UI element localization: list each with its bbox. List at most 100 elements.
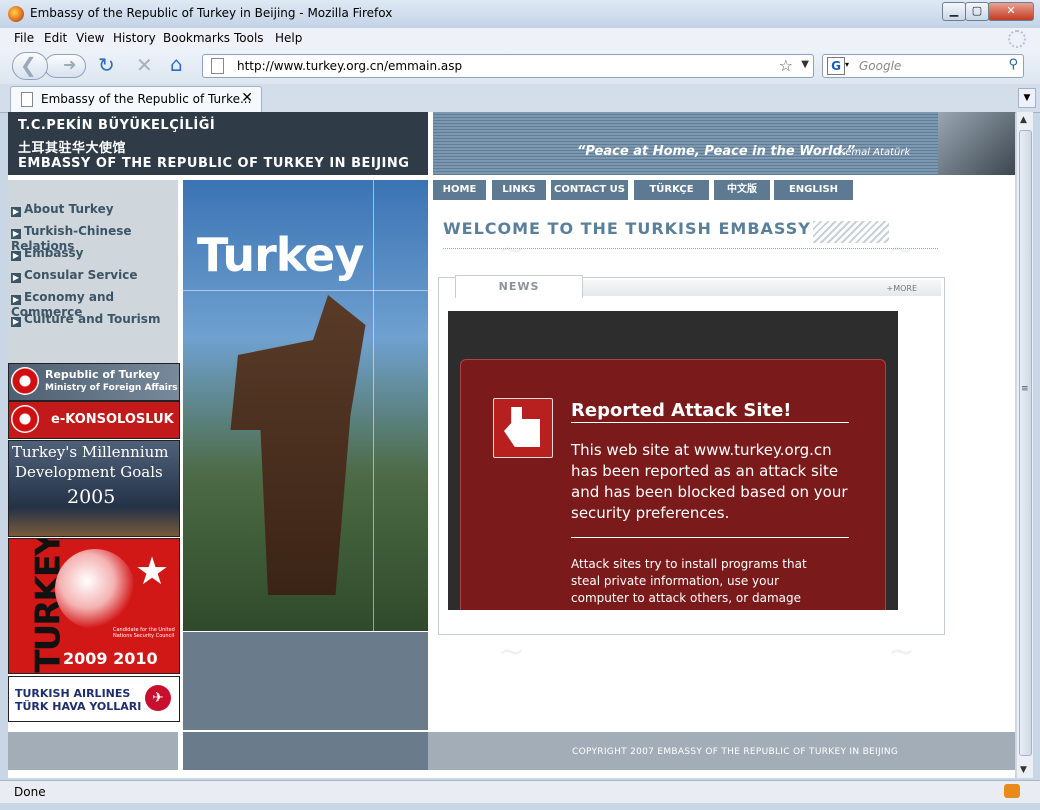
url-bar[interactable]: http://www.turkey.org.cn/emmain.asp ☆ ▼ <box>202 54 814 78</box>
tab-embassy[interactable]: Embassy of the Republic of Turke... ✕ <box>10 86 262 112</box>
sidebar-item-embassy[interactable]: ▶ Embassy <box>11 246 84 261</box>
welcome-heading: WELCOME TO THE TURKISH EMBASSY <box>443 219 811 238</box>
sidebar-item-about-turkey[interactable]: ▶ About Turkey <box>11 202 114 217</box>
nav-contact-us[interactable]: CONTACT US <box>551 180 628 200</box>
menu-bookmarks[interactable]: Bookmarks <box>163 31 230 45</box>
star-icon: ★ <box>135 549 170 593</box>
home-icon[interactable]: ⌂ <box>170 54 183 74</box>
attack-divider <box>571 422 849 423</box>
arrow-icon: ▶ <box>11 229 21 239</box>
menu-edit[interactable]: Edit <box>44 31 67 45</box>
bookmark-star-icon[interactable]: ☆ <box>779 56 793 75</box>
search-bar[interactable]: G ▾ Google ⚲ <box>822 54 1024 78</box>
header-line-turkish: T.C.PEKİN BÜYÜKELÇİLİĞİ <box>18 118 216 133</box>
window-title: Embassy of the Republic of Turkey in Bei… <box>30 6 393 20</box>
nav-chinese[interactable]: 中文版 <box>714 180 770 200</box>
crescent-icon <box>55 549 135 629</box>
sidebar-item-consular-service[interactable]: ▶ Consular Service <box>11 268 137 283</box>
unsc-caption: Candidate for the United Nations Securit… <box>113 627 175 639</box>
quote-banner: “Peace at Home, Peace in the World.” Kem… <box>433 112 1015 175</box>
quote-author: Kemal Atatürk <box>839 147 911 158</box>
turkish-seal-icon <box>11 367 39 395</box>
forward-button[interactable]: ➜ <box>44 54 86 78</box>
menu-tools[interactable]: Tools <box>234 31 264 45</box>
news-tab-bar: +MORE <box>581 280 941 296</box>
ataturk-portrait <box>938 112 1015 175</box>
throbber-icon <box>1008 30 1026 48</box>
arrow-icon: ▶ <box>11 251 21 261</box>
scroll-grip-icon: ≡ <box>1021 384 1029 394</box>
copyright-text: COPYRIGHT 2007 EMBASSY OF THE REPUBLIC O… <box>572 747 899 757</box>
thy-logo-icon: ✈ <box>145 685 171 711</box>
arrow-icon: ▶ <box>11 273 21 283</box>
arrow-icon: ▶ <box>11 207 21 217</box>
reload-icon[interactable]: ↻ <box>98 55 115 75</box>
google-engine-icon[interactable]: G <box>827 57 845 75</box>
unsc-candidacy-banner[interactable]: TURKEY ★ Candidate for the United Nation… <box>8 538 180 674</box>
watermark-decoration: ~ <box>888 632 915 670</box>
back-arrow-icon: ❮ <box>20 53 37 77</box>
stop-icon[interactable]: ✕ <box>136 55 153 75</box>
mfa-banner[interactable]: Republic of Turkey Ministry of Foreign A… <box>8 363 180 401</box>
scroll-down-icon[interactable]: ▼ <box>1020 765 1027 775</box>
status-text: Done <box>14 785 46 799</box>
more-link[interactable]: +MORE <box>886 284 917 293</box>
maximize-button[interactable]: ▢ <box>965 2 989 21</box>
photo-title: Turkey <box>197 228 364 282</box>
close-icon: ✕ <box>1006 4 1016 17</box>
search-placeholder[interactable]: Google <box>859 59 901 73</box>
thy-line2: TÜRK HAVA YOLLARI <box>15 700 142 713</box>
attack-site-warning: Reported Attack Site! This web site at w… <box>460 359 886 610</box>
tab-list-icon[interactable]: ▼ <box>1018 88 1036 108</box>
addon-icon[interactable] <box>1004 784 1020 798</box>
firefox-logo-icon <box>8 6 24 22</box>
nav-home[interactable]: HOME <box>433 180 486 200</box>
menu-help[interactable]: Help <box>275 31 302 45</box>
footer-middle <box>183 732 428 770</box>
mdg-banner[interactable]: Turkey's Millennium Development Goals 20… <box>8 440 180 537</box>
watermark-decoration: ~ <box>888 230 915 268</box>
back-button[interactable]: ❮ <box>12 52 48 80</box>
maximize-icon: ▢ <box>971 4 983 17</box>
embassy-header: T.C.PEKİN BÜYÜKELÇİLİĞİ 土耳其驻华大使馆 EMBASSY… <box>8 112 428 175</box>
tab-title[interactable]: Embassy of the Republic of Turke... <box>41 92 251 106</box>
e-konsolosluk-label: e-KONSOLOSLUK <box>51 412 174 427</box>
scrollbar-thumb[interactable] <box>1019 130 1032 756</box>
window-titlebar: Embassy of the Republic of Turkey in Bei… <box>0 0 1040 29</box>
footer: COPYRIGHT 2007 EMBASSY OF THE REPUBLIC O… <box>428 732 1015 770</box>
search-icon[interactable]: ⚲ <box>1008 57 1018 72</box>
url-dropdown-icon[interactable]: ▼ <box>801 59 809 70</box>
navigation-toolbar: ➜ ❮ ↻ ✕ ⌂ http://www.turkey.org.cn/emmai… <box>0 48 1040 84</box>
sidebar-item-culture-tourism[interactable]: ▶ Culture and Tourism <box>11 312 160 327</box>
vertical-scrollbar[interactable]: ▲ ≡ ▼ <box>1016 112 1033 778</box>
scroll-up-icon[interactable]: ▲ <box>1020 115 1027 125</box>
attack-explanation: Attack sites try to install programs tha… <box>571 557 807 605</box>
e-konsolosluk-banner[interactable]: e-KONSOLOSLUK <box>8 401 180 439</box>
tab-strip: Embassy of the Republic of Turke... ✕ ▼ <box>0 84 1040 113</box>
minimize-icon: ▁ <box>949 4 959 17</box>
arrow-icon: ▶ <box>11 295 21 305</box>
close-window-button[interactable]: ✕ <box>988 2 1034 21</box>
web-content: T.C.PEKİN BÜYÜKELÇİLİĞİ 土耳其驻华大使馆 EMBASSY… <box>8 112 1015 778</box>
turkish-airlines-banner[interactable]: TURKISH AIRLINES TÜRK HAVA YOLLARI ✈ <box>8 676 180 722</box>
news-tab[interactable]: NEWS <box>455 275 583 298</box>
url-text[interactable]: http://www.turkey.org.cn/emmain.asp <box>237 59 462 73</box>
nav-english[interactable]: ENGLISH <box>774 180 853 200</box>
mdg-line2: Development Goals <box>15 463 163 481</box>
heading-divider <box>443 248 938 249</box>
menu-history[interactable]: History <box>113 31 156 45</box>
forward-arrow-icon: ➜ <box>63 55 77 74</box>
menu-file[interactable]: File <box>14 31 34 45</box>
nav-turkce[interactable]: TÜRKÇE <box>634 180 709 200</box>
unsc-years: 2009 2010 <box>63 649 158 668</box>
minimize-button[interactable]: ▁ <box>942 2 966 21</box>
nav-links[interactable]: LINKS <box>492 180 546 200</box>
engine-dropdown-icon[interactable]: ▾ <box>845 60 849 69</box>
turkish-seal-icon <box>11 405 39 433</box>
attack-divider <box>571 537 849 538</box>
menu-bar: File Edit View History Bookmarks Tools H… <box>0 28 1040 48</box>
ataturk-quote: “Peace at Home, Peace in the World.” <box>577 144 856 159</box>
close-tab-icon[interactable]: ✕ <box>241 90 253 106</box>
menu-view[interactable]: View <box>76 31 104 45</box>
thy-line1: TURKISH AIRLINES <box>15 687 131 700</box>
